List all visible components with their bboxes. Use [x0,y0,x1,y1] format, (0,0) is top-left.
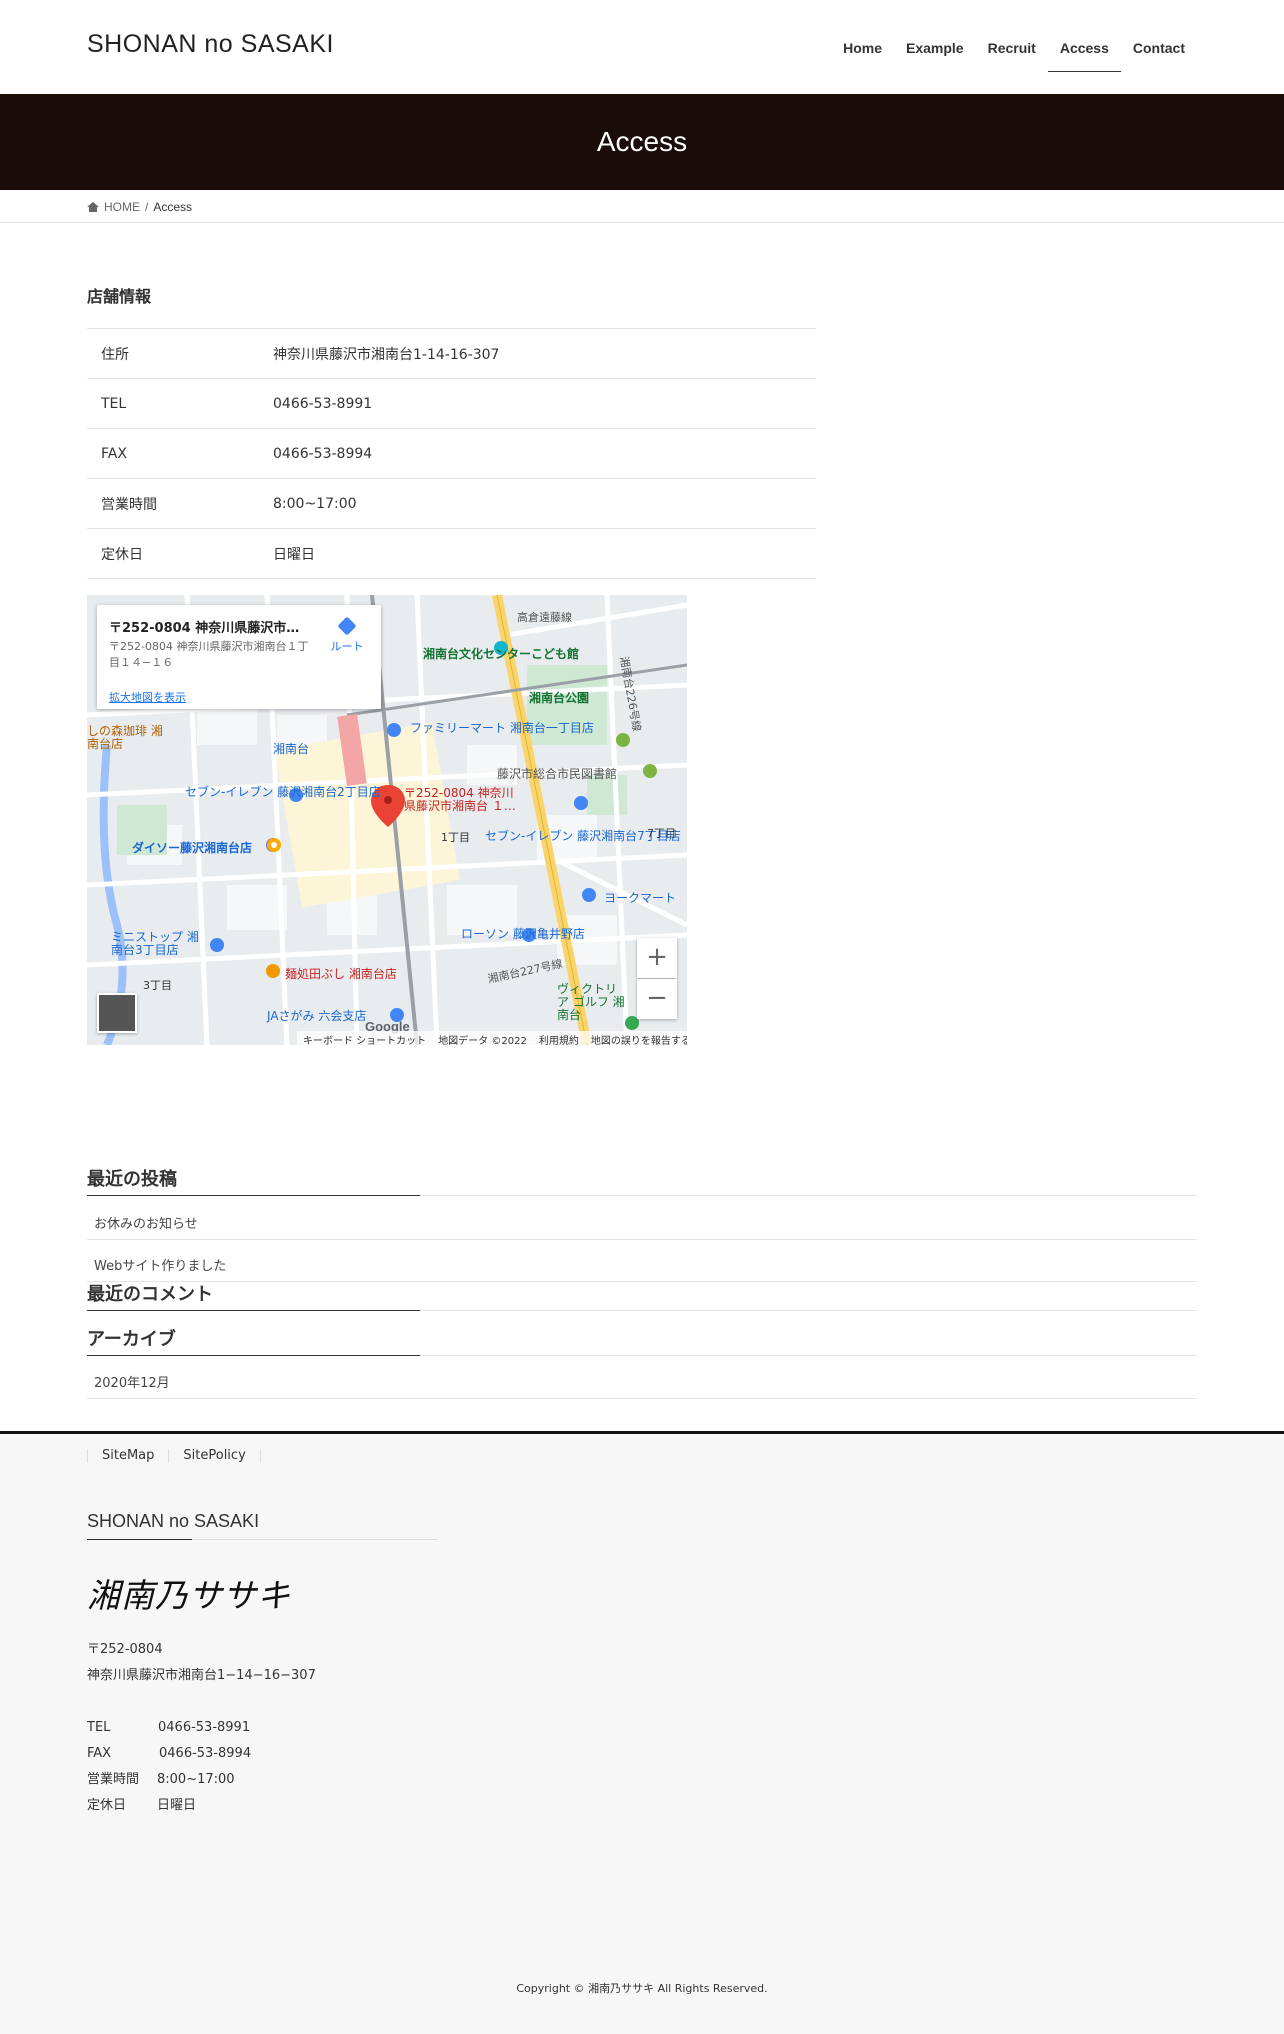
map-marker-label[interactable]: 〒252-0804 神奈川 県藤沢市湘南台 １… [404,787,524,813]
map-shortcuts-link[interactable]: キーボード ショートカット [303,1032,426,1045]
map-route-button[interactable]: ルート [325,616,369,654]
shop-info-table: 住所 神奈川県藤沢市湘南台1-14-16-307 TEL 0466-53-899… [87,328,816,579]
footer-tel: 0466-53-8991 [158,1720,251,1735]
zoom-in-button[interactable]: + [637,938,677,978]
map-label: 1丁目 [441,831,470,844]
map-footer: キーボード ショートカット 地図データ ©2022 利用規約 地図の誤りを報告す… [297,1031,687,1045]
footer-closed-label: 定休日 [87,1798,127,1813]
site-logo[interactable]: SHONAN no SASAKI [87,30,334,59]
directions-icon [337,616,357,636]
map-info-card: 〒252-0804 神奈川県藤沢市湘… 〒252-0804 神奈川県藤沢市湘南台… [97,605,381,709]
nav-home[interactable]: Home [831,0,894,72]
map-card-address: 〒252-0804 神奈川県藤沢市湘南台１丁目１４−１６ [109,640,309,669]
footer-postal: 〒252-0804 [87,1642,163,1657]
footer-hours: 8:00~17:00 [157,1772,235,1787]
footer-address-block: 〒252-0804 神奈川県藤沢市湘南台1−14−16−307 [87,1637,316,1689]
map-label: 高倉遠藤線 [517,611,572,624]
map-label: ファミリーマート 湘南台一丁目店 [410,721,594,735]
map-larger-link[interactable]: 拡大地図を表示 [109,689,186,705]
map-label: JAさがみ 六会支店 [267,1009,367,1023]
row-label: FAX [101,445,127,462]
map-label: 湘南台公園 [529,691,590,705]
footer-tel-label: TEL [87,1720,111,1735]
map-label: ヴィクトリア ゴルフ 湘南台 [557,982,625,1022]
page-title: Access [596,126,688,157]
google-map[interactable]: 湘南台文化センターこども館 湘南台公園 ファミリーマート 湘南台一丁目店 藤沢市… [87,595,687,1045]
map-label: 7丁目 [647,827,676,840]
row-value: 日曜日 [273,546,315,563]
breadcrumb: HOME / Access [0,190,1284,223]
table-row: 住所 神奈川県藤沢市湘南台1-14-16-307 [87,328,816,379]
map-label: 麺処田ぶし 湘南台店 [285,967,397,981]
map-label: 湘南台 [273,742,310,756]
route-label: ルート [330,640,364,653]
map-report-link[interactable]: 地図の誤りを報告する [591,1032,687,1045]
row-label: 定休日 [101,546,143,563]
row-value: 神奈川県藤沢市湘南台1-14-16-307 [273,346,500,363]
row-label: 営業時間 [101,496,157,513]
map-label: 藤沢市総合市民図書館 [497,767,618,781]
map-data-credit: 地図データ ©2022 [438,1036,527,1045]
site-footer: SiteMap SitePolicy SHONAN no SASAKI 湘南乃サ… [0,1431,1284,2034]
footer-title: SHONAN no SASAKI [87,1511,437,1540]
home-icon [87,202,99,212]
table-row: 営業時間 8:00~17:00 [87,478,816,529]
map-label: ローソン 藤沢亀井野店 [461,927,585,941]
copyright: Copyright © 湘南乃ササキ All Rights Reserved. [516,1982,768,1995]
shop-info-title: 店舗情報 [87,287,152,306]
map-label: 3丁目 [143,979,172,992]
nav-contact[interactable]: Contact [1121,0,1197,72]
map-label: ヨークマート [604,891,677,905]
footer-contact-block: TEL 0466-53-8991 FAX 0466-53-8994 [87,1715,251,1767]
nav-recruit[interactable]: Recruit [976,0,1048,72]
footer-logo: 湘南乃ササキ [87,1576,291,1615]
footer-fax-label: FAX [87,1746,112,1761]
footer-hours-label: 営業時間 [87,1772,140,1787]
map-label: ダイソー藤沢湘南台店 [132,841,253,855]
map-label: 湘南台文化センターこども館 [423,647,580,661]
row-label: 住所 [101,346,129,363]
site-header: SHONAN no SASAKI Home Example Recruit Ac… [0,0,1284,94]
table-row: FAX 0466-53-8994 [87,428,816,479]
global-nav: Home Example Recruit Access Contact [831,0,1197,94]
recent-comments-title: 最近のコメント [87,1280,1197,1311]
map-label: セブン-イレブン 藤沢湘南台2丁目店 [185,785,381,799]
row-value: 8:00~17:00 [273,495,357,512]
footer-address: 神奈川県藤沢市湘南台1−14−16−307 [87,1668,316,1683]
satellite-toggle[interactable] [97,993,137,1033]
list-item[interactable]: Webサイト作りました [87,1240,1197,1282]
list-item[interactable]: 2020年12月 [87,1357,1197,1399]
footer-fax: 0466-53-8994 [159,1746,252,1761]
footer-nav: SiteMap SitePolicy [87,1449,261,1463]
page-header: Access [0,94,1284,190]
row-value: 0466-53-8994 [273,445,373,462]
breadcrumb-current: Access [153,200,193,214]
footer-sitepolicy-link[interactable]: SitePolicy [168,1449,261,1463]
table-row: 定休日 日曜日 [87,528,816,579]
archives-title: アーカイブ [87,1325,1197,1356]
row-value: 0466-53-8991 [273,395,373,412]
footer-sitemap-link[interactable]: SiteMap [87,1449,168,1463]
breadcrumb-home[interactable]: HOME [104,200,140,214]
row-label: TEL [101,395,127,412]
nav-access[interactable]: Access [1047,0,1121,72]
list-item[interactable]: お休みのお知らせ [87,1198,1197,1240]
footer-closed: 日曜日 [157,1798,197,1813]
map-card-title: 〒252-0804 神奈川県藤沢市湘… [109,621,309,636]
breadcrumb-separator: / [145,200,149,214]
map-label: ミニストップ 湘南台3丁目店 [111,930,199,957]
nav-example[interactable]: Example [894,0,976,72]
footer-hours-block: 営業時間 8:00~17:00 定休日 日曜日 [87,1767,235,1819]
table-row: TEL 0466-53-8991 [87,378,816,429]
recent-posts-title: 最近の投稿 [87,1165,1197,1196]
zoom-out-button[interactable]: − [637,979,677,1019]
map-label: しの森珈琲 湘南台店 [87,724,163,751]
map-terms-link[interactable]: 利用規約 [539,1032,579,1045]
